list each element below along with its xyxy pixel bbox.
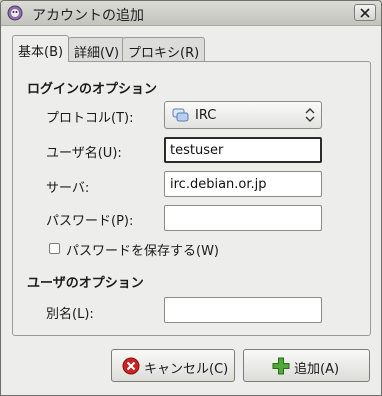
add-icon	[272, 357, 290, 375]
username-label: ユーザ名(U):	[46, 146, 122, 161]
pidgin-app-icon	[7, 5, 23, 21]
add-button-label: 追加(A)	[294, 362, 340, 377]
password-field[interactable]	[164, 205, 322, 231]
tab-proxy[interactable]: プロキシ(R)	[122, 37, 206, 61]
window-title: アカウントの追加	[32, 8, 144, 24]
username-field[interactable]: testuser	[164, 137, 322, 163]
tab-proxy-label: プロキシ(R)	[128, 46, 200, 61]
login-options-heading: ログインのオプション	[27, 82, 158, 97]
close-button[interactable]	[354, 4, 376, 21]
combo-arrows-icon	[305, 108, 315, 122]
cancel-button-label: キャンセル(C)	[144, 362, 229, 377]
remember-password-checkbox[interactable]	[49, 243, 60, 254]
password-label: パスワード(P):	[46, 214, 134, 229]
irc-protocol-icon	[172, 108, 189, 122]
cancel-icon	[122, 357, 140, 375]
close-icon	[360, 8, 370, 18]
server-field[interactable]: irc.debian.or.jp	[164, 171, 322, 197]
title-bar[interactable]: アカウントの追加	[1, 1, 381, 26]
cancel-button[interactable]: キャンセル(C)	[111, 349, 235, 382]
remember-password-label[interactable]: パスワードを保存する(W)	[66, 240, 219, 259]
alias-label: 別名(L):	[46, 307, 94, 322]
protocol-label: プロトコル(T):	[46, 111, 134, 126]
protocol-combo[interactable]: IRC	[164, 101, 322, 129]
server-label: サーバ:	[46, 181, 90, 196]
tab-basic[interactable]: 基本(B)	[12, 35, 70, 62]
protocol-value: IRC	[195, 108, 217, 123]
tab-advanced[interactable]: 詳細(V)	[68, 37, 126, 61]
add-button[interactable]: 追加(A)	[243, 349, 370, 382]
tab-basic-label: 基本(B)	[18, 45, 64, 60]
add-account-dialog: アカウントの追加 基本(B) 詳細(V) プロキシ(R) ログインのオプション …	[0, 0, 382, 396]
user-options-heading: ユーザのオプション	[27, 276, 144, 291]
alias-field[interactable]	[164, 297, 322, 323]
tab-advanced-label: 詳細(V)	[74, 46, 120, 61]
